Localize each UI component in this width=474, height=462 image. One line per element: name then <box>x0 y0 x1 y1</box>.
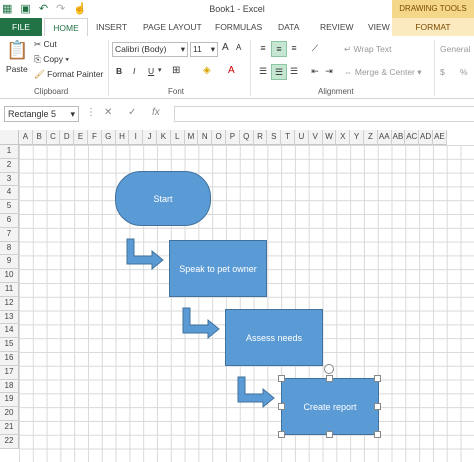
merge-icon: ⇔ <box>344 67 353 77</box>
paste-button[interactable]: Paste <box>6 64 28 74</box>
paste-icon[interactable]: 📋 <box>6 40 28 61</box>
wrap-text-button[interactable]: ↵ Wrap Text <box>344 44 391 55</box>
name-box[interactable]: Rectangle 5 ▾ <box>4 106 79 122</box>
process-shape-assess[interactable]: Assess needs <box>225 309 323 366</box>
decrease-indent-icon[interactable]: ⇤ <box>308 64 322 78</box>
align-bottom-icon[interactable]: ≡ <box>287 41 301 55</box>
merge-center-button[interactable]: ⇔ Merge & Center ▾ <box>344 67 422 78</box>
formula-input[interactable] <box>174 106 474 122</box>
brush-icon: 🖌 <box>34 69 45 79</box>
tab-data[interactable]: DATA <box>278 18 299 36</box>
tab-page-layout[interactable]: PAGE LAYOUT <box>143 18 202 36</box>
align-right-icon[interactable]: ☰ <box>287 64 301 78</box>
font-group-label: Font <box>168 87 185 96</box>
worksheet: A B C D E F G H I J K L M N O P Q R S T U V W X Y Z AA AB AC AD AE 123… <box>0 130 474 462</box>
percent-button[interactable]: % <box>460 67 468 77</box>
resize-handle[interactable] <box>278 375 285 382</box>
format-painter-button[interactable]: 🖌 Format Painter <box>34 69 103 80</box>
underline-button[interactable]: U <box>148 66 154 76</box>
rotate-handle-icon[interactable] <box>324 364 334 374</box>
resize-handle[interactable] <box>374 431 381 438</box>
align-top-icon[interactable]: ≡ <box>256 41 270 55</box>
bent-arrow-1 <box>126 238 164 271</box>
formula-bar: Rectangle 5 ▾ ⋮ ✕ ✓ fx <box>0 104 474 122</box>
divider <box>434 40 435 96</box>
chevron-down-icon: ▾ <box>180 44 185 54</box>
copy-button[interactable]: ⎘ Copy ▾ <box>34 54 69 65</box>
increase-indent-icon[interactable]: ⇥ <box>322 64 336 78</box>
borders-icon[interactable]: ⊞ <box>172 65 180 76</box>
divider <box>250 40 251 96</box>
align-left-icon[interactable]: ☰ <box>256 64 270 78</box>
orientation-icon[interactable]: ⟋ <box>308 41 322 55</box>
insert-function-button[interactable]: fx <box>152 107 160 118</box>
wrap-icon: ↵ <box>344 44 352 54</box>
font-color-icon[interactable]: A <box>228 65 235 76</box>
tab-file[interactable]: FILE <box>0 18 42 36</box>
more-icon: ⋮ <box>86 107 96 118</box>
chevron-down-icon: ▾ <box>70 109 75 119</box>
resize-handle[interactable] <box>326 375 333 382</box>
enter-icon[interactable]: ✓ <box>128 107 136 118</box>
clipboard-group-label: Clipboard <box>34 87 69 96</box>
font-name-select[interactable]: Calibri (Body) ▾ <box>112 42 188 57</box>
bold-button[interactable]: B <box>116 66 122 76</box>
number-format-select[interactable]: General <box>440 44 470 54</box>
resize-handle[interactable] <box>374 375 381 382</box>
italic-button[interactable]: I <box>133 66 135 76</box>
resize-handle[interactable] <box>278 403 285 410</box>
scissors-icon: ✂ <box>34 39 42 49</box>
grow-font-button[interactable]: A <box>222 42 229 53</box>
copy-icon: ⎘ <box>34 54 41 64</box>
tab-format[interactable]: FORMAT <box>392 18 474 36</box>
resize-handle[interactable] <box>374 403 381 410</box>
process-shape-report[interactable]: Create report <box>281 378 379 435</box>
ribbon-tabs: FILE HOME INSERT PAGE LAYOUT FORMULAS DA… <box>0 18 474 37</box>
contextual-tab-group: DRAWING TOOLS <box>392 0 474 18</box>
cut-button[interactable]: ✂ Cut <box>34 39 57 50</box>
title-bar: ▦ ▣ ↶ ↷ ☝ Book1 - Excel DRAWING TOOLS <box>0 0 474 18</box>
bent-arrow-3 <box>237 376 275 409</box>
shrink-font-button[interactable]: A <box>236 43 241 52</box>
chevron-down-icon[interactable]: ▾ <box>158 66 162 74</box>
tab-insert[interactable]: INSERT <box>96 18 127 36</box>
align-center-icon[interactable]: ☰ <box>271 64 287 80</box>
tab-formulas[interactable]: FORMULAS <box>215 18 262 36</box>
resize-handle[interactable] <box>326 431 333 438</box>
currency-button[interactable]: $ <box>440 67 445 77</box>
cancel-icon[interactable]: ✕ <box>104 107 112 118</box>
font-size-select[interactable]: 11 ▾ <box>190 42 218 57</box>
alignment-group-label: Alignment <box>318 87 354 96</box>
fill-color-icon[interactable]: ◈ <box>203 65 211 76</box>
tab-view[interactable]: VIEW <box>368 18 390 36</box>
tab-home[interactable]: HOME <box>44 18 88 37</box>
bent-arrow-2 <box>182 307 220 340</box>
ribbon-home: 📋 Paste ✂ Cut ⎘ Copy ▾ 🖌 Format Painter … <box>0 36 474 99</box>
resize-handle[interactable] <box>278 431 285 438</box>
align-middle-icon[interactable]: ≡ <box>271 41 287 57</box>
divider <box>108 40 109 96</box>
chevron-down-icon: ▾ <box>210 44 215 54</box>
tab-review[interactable]: REVIEW <box>320 18 354 36</box>
process-shape-speak[interactable]: Speak to pet owner <box>169 240 267 297</box>
